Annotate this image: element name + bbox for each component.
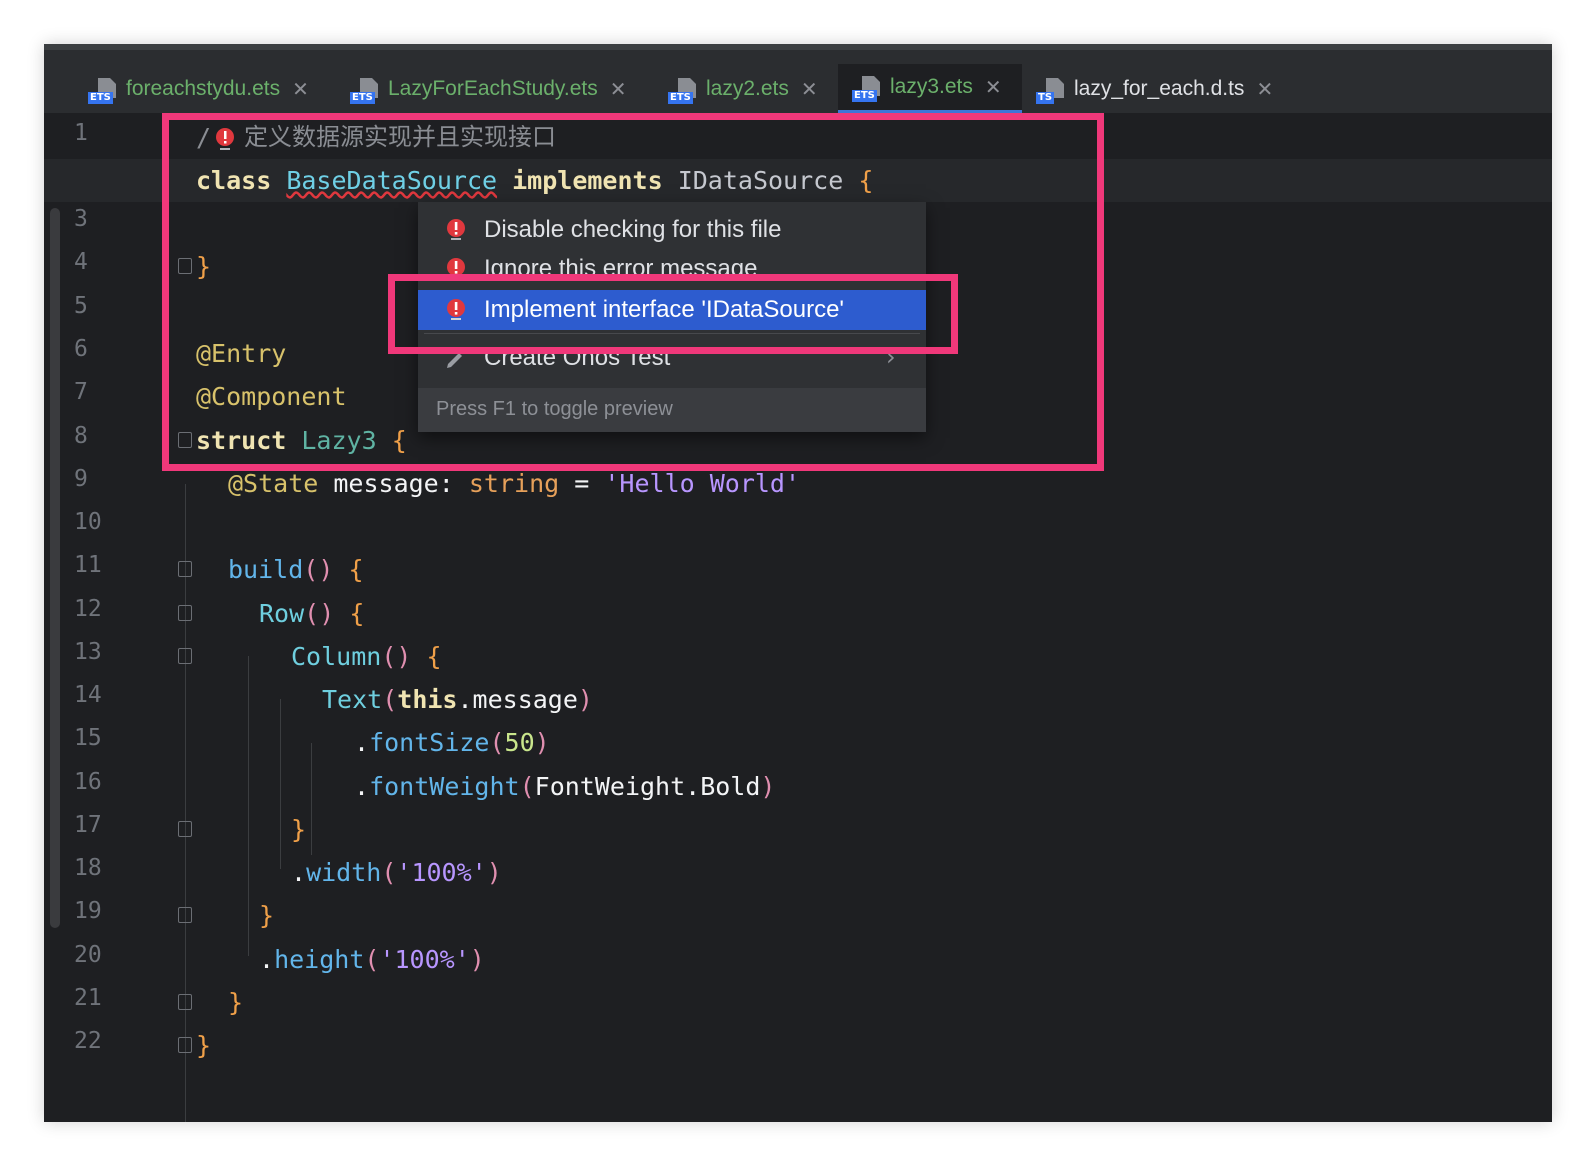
ts-file-icon: TS [1036,72,1070,106]
line-number: 10 [74,509,102,535]
tab-label: lazy_for_each.d.ts [1074,76,1245,100]
tab-label: lazy3.ets [890,75,973,98]
ets-file-icon: ETS [668,72,702,106]
code-line-11[interactable]: build() { [44,548,1552,591]
code-line-19[interactable]: } [44,894,1552,937]
tab-label: LazyForEachStudy.ets [388,76,598,100]
code-line-14[interactable]: Text(this.message) [44,678,1552,721]
code-line-12[interactable]: Row() { [44,592,1552,635]
tab-label: lazy2.ets [706,76,789,100]
ets-file-icon: ETS [88,72,122,106]
ide-window: ETS foreachstydu.ets ✕ ETS LazyForEachSt… [44,44,1552,1122]
close-icon[interactable]: ✕ [292,77,309,101]
close-icon[interactable]: ✕ [801,77,818,101]
ets-file-icon: ETS [852,70,886,104]
tab-label: foreachstydu.ets [126,76,281,100]
breadcrumb-strip [44,44,1552,50]
code-line-17[interactable]: } [44,808,1552,851]
code-line-13[interactable]: Column() { [44,635,1552,678]
line-number: 3 [74,206,88,232]
line-number: 5 [74,293,88,319]
code-line-16[interactable]: .fontWeight(FontWeight.Bold) [44,765,1552,808]
close-icon[interactable]: ✕ [610,77,627,101]
close-icon[interactable]: ✕ [1256,77,1273,101]
code-line-22[interactable]: } [44,1024,1552,1067]
tab-foreachstydu[interactable]: ETS foreachstydu.ets ✕ [74,64,336,113]
ets-file-icon: ETS [350,72,384,106]
tab-lazy2[interactable]: ETS lazy2.ets ✕ [654,64,838,113]
code-line-21[interactable]: } [44,981,1552,1024]
annotation-box-menu-item [388,274,958,354]
code-line-18[interactable]: .width('100%') [44,851,1552,894]
code-line-15[interactable]: .fontSize(50) [44,721,1552,764]
code-line-20[interactable]: .height('100%') [44,938,1552,981]
tab-lazy-for-each-dts[interactable]: TS lazy_for_each.d.ts ✕ [1022,64,1292,113]
tab-lazyforeachstudy[interactable]: ETS LazyForEachStudy.ets ✕ [336,64,654,113]
close-icon[interactable]: ✕ [985,75,1002,99]
tab-lazy3[interactable]: ETS lazy3.ets ✕ [838,64,1022,113]
editor-tab-bar: ETS foreachstydu.ets ✕ ETS LazyForEachSt… [44,44,1552,113]
